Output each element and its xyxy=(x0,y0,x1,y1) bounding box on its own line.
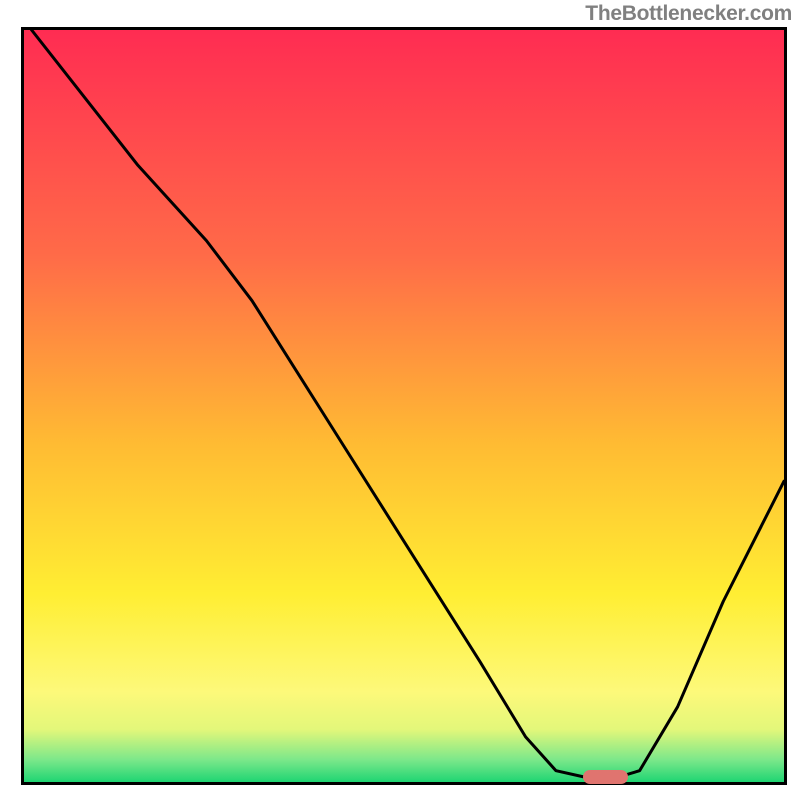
chart-container: TheBottlenecker.com xyxy=(0,0,800,800)
watermark-text: TheBottlenecker.com xyxy=(585,2,792,26)
optimal-marker xyxy=(583,770,629,784)
plot-area xyxy=(21,27,787,785)
bottleneck-curve xyxy=(24,30,784,782)
